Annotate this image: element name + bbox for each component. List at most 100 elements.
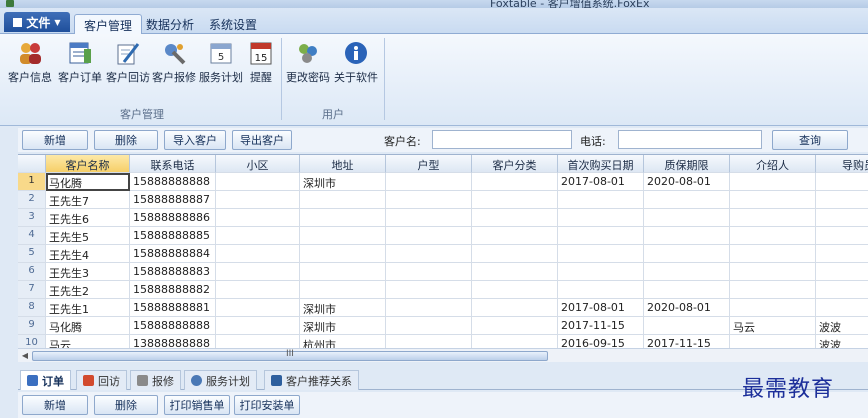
table-row[interactable]: 9 马化腾 15888888888 深圳市 2017-11-15 马云 波波 — [18, 317, 868, 335]
table-cell[interactable] — [216, 281, 300, 299]
table-cell[interactable]: 王先生7 — [46, 191, 130, 209]
column-header[interactable]: 小区 — [216, 155, 300, 173]
table-cell[interactable]: 2017-11-15 — [558, 317, 644, 335]
import-customer-button[interactable]: 导入客户 — [164, 130, 226, 150]
table-cell[interactable] — [730, 245, 816, 263]
phone-input[interactable] — [618, 130, 762, 149]
print-install-button[interactable]: 打印安装单 — [234, 395, 300, 415]
table-cell[interactable] — [558, 227, 644, 245]
table-cell[interactable]: 王先生5 — [46, 227, 130, 245]
table-cell[interactable] — [730, 263, 816, 281]
table-row[interactable]: 5 王先生4 15888888884 — [18, 245, 868, 263]
table-cell[interactable] — [300, 191, 386, 209]
table-cell[interactable]: 波波 — [816, 317, 868, 335]
table-cell[interactable]: 马化腾 — [46, 173, 130, 191]
table-cell[interactable]: 深圳市 — [300, 299, 386, 317]
table-cell[interactable] — [216, 173, 300, 191]
table-cell[interactable] — [386, 209, 472, 227]
table-cell[interactable] — [216, 335, 300, 348]
table-cell[interactable]: 2020-08-01 — [644, 299, 730, 317]
print-sale-button[interactable]: 打印销售单 — [164, 395, 230, 415]
column-header[interactable]: 质保期限 — [644, 155, 730, 173]
table-cell[interactable]: 马云 — [730, 317, 816, 335]
table-cell[interactable] — [558, 263, 644, 281]
table-cell[interactable]: 2017-08-01 — [558, 299, 644, 317]
table-cell[interactable]: 15888888886 — [130, 209, 216, 227]
table-cell[interactable] — [386, 335, 472, 348]
table-cell[interactable] — [730, 281, 816, 299]
table-row[interactable]: 7 王先生2 15888888882 — [18, 281, 868, 299]
tab-data-analysis[interactable]: 数据分析 — [137, 14, 203, 34]
table-cell[interactable]: 深圳市 — [300, 173, 386, 191]
table-cell[interactable]: 王先生6 — [46, 209, 130, 227]
about-button[interactable]: 关于软件 — [334, 38, 378, 94]
column-header[interactable]: 首次购买日期 — [558, 155, 644, 173]
change-password-button[interactable]: 更改密码 — [286, 38, 330, 94]
table-cell[interactable] — [472, 335, 558, 348]
table-cell[interactable] — [644, 281, 730, 299]
table-cell[interactable]: 15888888883 — [130, 263, 216, 281]
detail-delete-button[interactable]: 删除 — [94, 395, 158, 415]
table-cell[interactable] — [730, 209, 816, 227]
tab-order[interactable]: 订单 — [20, 370, 71, 390]
detail-add-button[interactable]: 新增 — [22, 395, 88, 415]
table-row[interactable]: 8 王先生1 15888888881 深圳市 2017-08-01 2020-08-01 — [18, 299, 868, 317]
table-cell[interactable] — [558, 191, 644, 209]
tab-repair[interactable]: 报修 — [130, 370, 181, 390]
table-cell[interactable]: 2016-09-15 — [558, 335, 644, 348]
table-cell[interactable] — [730, 335, 816, 348]
table-cell[interactable] — [816, 299, 868, 317]
table-cell[interactable] — [644, 209, 730, 227]
row-number[interactable]: 3 — [18, 209, 46, 227]
table-cell[interactable] — [300, 263, 386, 281]
table-cell[interactable] — [216, 191, 300, 209]
table-cell[interactable]: 15888888884 — [130, 245, 216, 263]
table-cell[interactable] — [386, 263, 472, 281]
row-number[interactable]: 8 — [18, 299, 46, 317]
table-cell[interactable] — [644, 263, 730, 281]
table-cell[interactable] — [216, 209, 300, 227]
row-number[interactable]: 4 — [18, 227, 46, 245]
customer-repair-button[interactable]: 客户报修 — [152, 38, 196, 94]
table-cell[interactable] — [386, 227, 472, 245]
table-cell[interactable]: 马化腾 — [46, 317, 130, 335]
table-cell[interactable] — [472, 191, 558, 209]
table-cell[interactable] — [216, 317, 300, 335]
table-cell[interactable] — [386, 191, 472, 209]
search-button[interactable]: 查询 — [772, 130, 848, 150]
table-cell[interactable]: 马云 — [46, 335, 130, 348]
table-cell[interactable]: 波波 — [816, 335, 868, 348]
table-cell[interactable] — [472, 245, 558, 263]
table-cell[interactable] — [816, 245, 868, 263]
table-row[interactable]: 10 马云 13888888888 杭州市 2016-09-15 2017-11-15 波波 — [18, 335, 868, 348]
table-cell[interactable] — [216, 263, 300, 281]
table-cell[interactable] — [730, 299, 816, 317]
table-cell[interactable]: 杭州市 — [300, 335, 386, 348]
horizontal-scrollbar[interactable]: ◀ III — [18, 348, 868, 362]
table-cell[interactable] — [472, 227, 558, 245]
table-cell[interactable]: 王先生4 — [46, 245, 130, 263]
table-cell[interactable] — [472, 263, 558, 281]
table-cell[interactable]: 15888888887 — [130, 191, 216, 209]
table-cell[interactable] — [730, 173, 816, 191]
file-menu-button[interactable]: 文件 ▼ — [4, 12, 70, 32]
table-corner[interactable] — [18, 155, 46, 173]
table-cell[interactable] — [216, 245, 300, 263]
table-cell[interactable] — [644, 227, 730, 245]
row-number[interactable]: 10 — [18, 335, 46, 348]
customer-visit-button[interactable]: 客户回访 — [106, 38, 150, 94]
table-cell[interactable] — [386, 317, 472, 335]
table-cell[interactable]: 王先生3 — [46, 263, 130, 281]
table-cell[interactable]: 深圳市 — [300, 317, 386, 335]
table-row[interactable]: 4 王先生5 15888888885 — [18, 227, 868, 245]
table-cell[interactable] — [472, 209, 558, 227]
add-button[interactable]: 新增 — [22, 130, 88, 150]
table-cell[interactable] — [472, 281, 558, 299]
table-cell[interactable] — [558, 281, 644, 299]
column-header[interactable]: 客户分类 — [472, 155, 558, 173]
table-cell[interactable]: 13888888888 — [130, 335, 216, 348]
table-cell[interactable] — [644, 245, 730, 263]
column-header[interactable]: 导购员 — [816, 155, 868, 173]
table-row[interactable]: 6 王先生3 15888888883 — [18, 263, 868, 281]
row-number[interactable]: 7 — [18, 281, 46, 299]
